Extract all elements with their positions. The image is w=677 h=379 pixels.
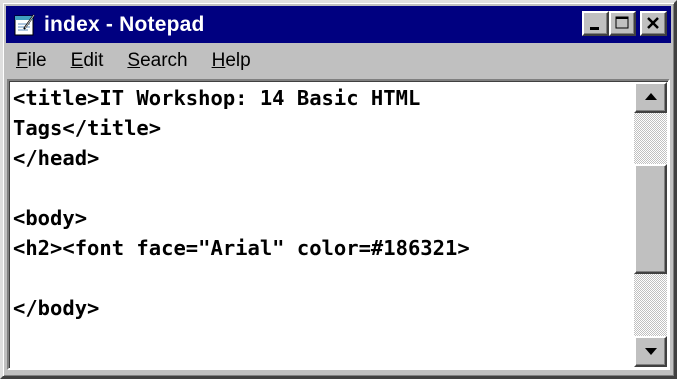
arrow-down-icon <box>645 348 657 355</box>
menu-help[interactable]: Help <box>212 50 251 72</box>
editor-frame: <title>IT Workshop: 14 Basic HTML Tags</t… <box>7 79 670 370</box>
menu-bar: File Edit Search Help <box>6 45 671 77</box>
minimize-icon <box>590 27 599 30</box>
window-title: index - Notepad <box>44 12 205 36</box>
editor-line: </body> <box>13 296 100 320</box>
text-editor[interactable]: <title>IT Workshop: 14 Basic HTML Tags</t… <box>13 83 633 367</box>
menu-edit[interactable]: Edit <box>71 50 104 72</box>
close-icon <box>647 17 659 29</box>
menu-search[interactable]: Search <box>127 50 187 72</box>
notepad-icon[interactable] <box>12 13 38 37</box>
scroll-up-button[interactable] <box>634 82 667 113</box>
minimize-button[interactable] <box>582 11 609 36</box>
editor-line: <h2><font face="Arial" color=#186321> <box>13 236 470 260</box>
editor-line: </head> <box>13 146 100 170</box>
vertical-scrollbar[interactable] <box>634 82 667 367</box>
editor-line: Tags</title> <box>13 116 162 140</box>
arrow-up-icon <box>645 93 657 100</box>
notepad-window: index - Notepad File Edit Search Help <t… <box>0 0 677 379</box>
menu-file[interactable]: File <box>16 50 47 72</box>
close-button[interactable] <box>640 11 667 36</box>
maximize-button[interactable] <box>609 11 636 36</box>
editor-line: <body> <box>13 206 88 230</box>
editor-line: <title>IT Workshop: 14 Basic HTML <box>13 86 421 110</box>
scroll-thumb[interactable] <box>634 164 667 274</box>
title-bar[interactable]: index - Notepad <box>6 6 671 43</box>
maximize-icon <box>615 16 629 29</box>
scroll-down-button[interactable] <box>634 336 667 367</box>
